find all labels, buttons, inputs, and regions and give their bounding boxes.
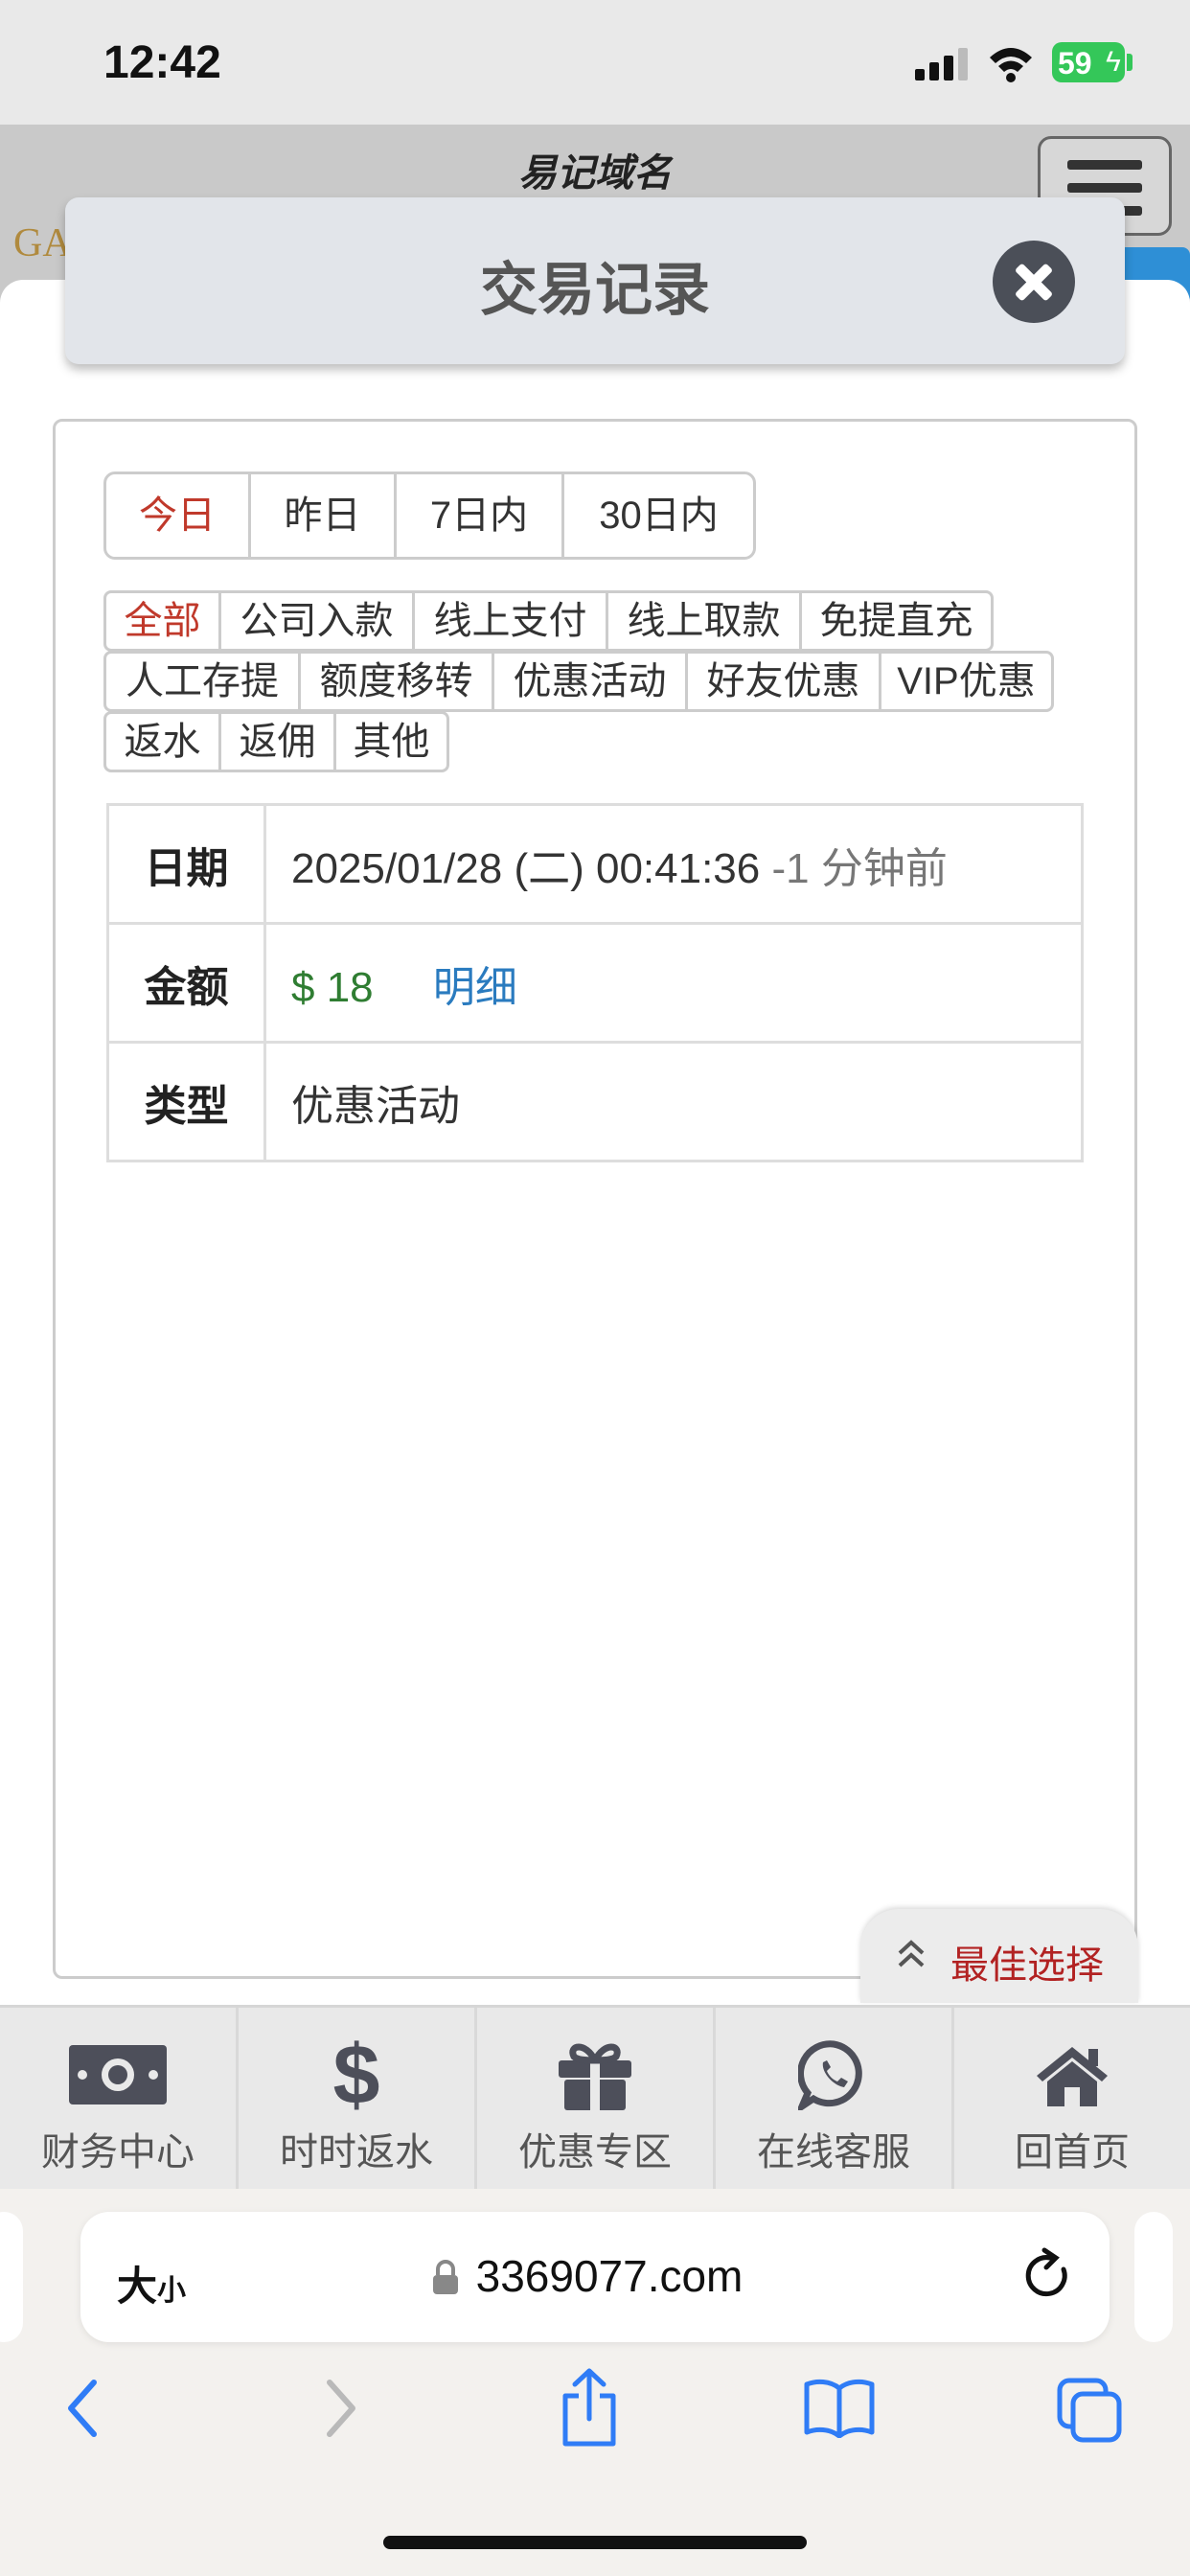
- tab-today[interactable]: 今日: [106, 474, 248, 557]
- nav-finance-center[interactable]: 财务中心: [0, 2008, 236, 2189]
- filter-credit-transfer[interactable]: 额度移转: [298, 654, 492, 709]
- filter-direct-recharge[interactable]: 免提直充: [799, 593, 991, 649]
- filter-rebate[interactable]: 返水: [106, 714, 218, 770]
- home-indicator: [383, 2536, 807, 2549]
- back-icon[interactable]: [63, 2377, 102, 2440]
- table-row: 金额 $ 18 明细: [106, 922, 1084, 1044]
- dollar-icon: $: [332, 2027, 380, 2122]
- nav-customer-service[interactable]: 在线客服: [713, 2008, 951, 2189]
- bottom-nav: 财务中心 $ 时时返水 优惠专区 在线客服 回首页: [0, 2005, 1190, 2189]
- next-tab-preview[interactable]: [1134, 2212, 1173, 2342]
- type-value: 优惠活动: [263, 1041, 1084, 1162]
- battery-tip: [1127, 54, 1133, 71]
- nav-label: 回首页: [1015, 2131, 1130, 2174]
- close-icon[interactable]: [993, 241, 1075, 323]
- wifi-icon: [990, 48, 1032, 82]
- detail-link[interactable]: 明细: [433, 964, 517, 1011]
- battery-level: 59: [1058, 46, 1092, 80]
- table-row: 日期 2025/01/28 (二) 00:41:36 -1 分钟前: [106, 803, 1084, 925]
- tab-7-days[interactable]: 7日内: [394, 474, 561, 557]
- tab-30-days[interactable]: 30日内: [561, 474, 753, 557]
- filter-friend-bonus[interactable]: 好友优惠: [685, 654, 879, 709]
- money-bill-icon: [69, 2045, 167, 2104]
- table-row: 类型 优惠活动: [106, 1041, 1084, 1162]
- amount-cell: $ 18 明细: [263, 922, 1084, 1044]
- tabs-icon[interactable]: [1056, 2377, 1123, 2444]
- nav-label: 在线客服: [757, 2131, 910, 2174]
- reload-icon[interactable]: [1019, 2246, 1075, 2304]
- date-relative: -1 分钟前: [771, 844, 948, 892]
- filter-vip-bonus[interactable]: VIP优惠: [879, 654, 1051, 709]
- modal-header: 交易记录: [65, 197, 1125, 364]
- amount-value: $ 18: [291, 963, 374, 1011]
- url-text: 3369077.com: [475, 2251, 744, 2301]
- filter-row-1: 全部 公司入款 线上支付 线上取款 免提直充: [103, 590, 994, 652]
- date-value: 2025/01/28 (二) 00:41:36: [291, 844, 761, 892]
- date-label: 日期: [106, 803, 266, 925]
- best-choice-label: 最佳选择: [950, 1944, 1104, 1987]
- previous-tab-preview[interactable]: [0, 2212, 23, 2342]
- tab-yesterday[interactable]: 昨日: [248, 474, 394, 557]
- bookmarks-icon[interactable]: [803, 2377, 876, 2438]
- filter-company-deposit[interactable]: 公司入款: [218, 593, 412, 649]
- share-icon[interactable]: [560, 2367, 619, 2448]
- status-bar: 12:42 59 ϟ: [0, 0, 1190, 125]
- transaction-record-table: 日期 2025/01/28 (二) 00:41:36 -1 分钟前 金额 $ 1…: [106, 803, 1084, 1162]
- nav-label: 优惠专区: [518, 2131, 672, 2174]
- date-cell: 2025/01/28 (二) 00:41:36 -1 分钟前: [263, 803, 1084, 925]
- modal-title: 交易记录: [480, 258, 710, 322]
- double-chevron-up-icon: [898, 1940, 925, 1967]
- filter-all[interactable]: 全部: [106, 593, 218, 649]
- date-range-tabs: 今日 昨日 7日内 30日内: [103, 472, 756, 560]
- browser-toolbar: [0, 2367, 1190, 2463]
- gift-icon: [559, 2043, 631, 2110]
- nav-label: 财务中心: [41, 2131, 195, 2174]
- whatsapp-icon: [798, 2040, 862, 2110]
- filter-manual-deposit[interactable]: 人工存提: [106, 654, 298, 709]
- status-time: 12:42: [103, 37, 221, 88]
- nav-home[interactable]: 回首页: [951, 2008, 1190, 2189]
- filter-row-2: 人工存提 额度移转 优惠活动 好友优惠 VIP优惠: [103, 651, 1054, 712]
- filter-commission[interactable]: 返佣: [218, 714, 333, 770]
- site-name: 易记域名: [518, 152, 672, 195]
- filter-online-payment[interactable]: 线上支付: [412, 593, 606, 649]
- filter-row-3: 返水 返佣 其他: [103, 711, 449, 772]
- filter-promotions[interactable]: 优惠活动: [492, 654, 685, 709]
- battery-icon: 59 ϟ: [1052, 42, 1125, 82]
- best-choice-button[interactable]: 最佳选择: [860, 1909, 1138, 2003]
- forward-icon[interactable]: [322, 2377, 360, 2440]
- charging-bolt-icon: ϟ: [1106, 46, 1121, 78]
- cellular-signal-icon: [915, 48, 968, 80]
- nav-label: 时时返水: [280, 2131, 433, 2174]
- home-icon: [1037, 2047, 1108, 2106]
- nav-rebate[interactable]: $ 时时返水: [236, 2008, 474, 2189]
- amount-label: 金额: [106, 922, 266, 1044]
- filter-online-withdrawal[interactable]: 线上取款: [606, 593, 799, 649]
- nav-promotions[interactable]: 优惠专区: [474, 2008, 713, 2189]
- site-logo[interactable]: GA: [13, 220, 72, 266]
- filter-other[interactable]: 其他: [333, 714, 446, 770]
- address-bar[interactable]: 大小 3369077.com: [80, 2212, 1110, 2342]
- type-label: 类型: [106, 1041, 266, 1162]
